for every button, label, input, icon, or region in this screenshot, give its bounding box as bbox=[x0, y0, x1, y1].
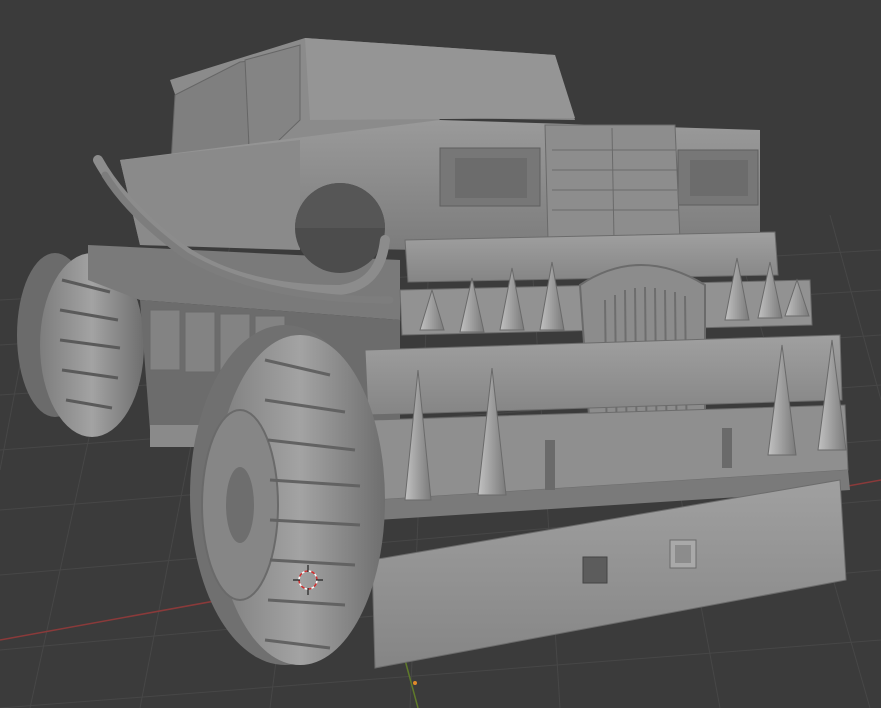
front-tire-left[interactable] bbox=[190, 325, 385, 665]
object-origin-icon[interactable] bbox=[413, 681, 417, 685]
viewport-canvas[interactable] bbox=[0, 0, 881, 708]
3d-viewport[interactable] bbox=[0, 0, 881, 708]
